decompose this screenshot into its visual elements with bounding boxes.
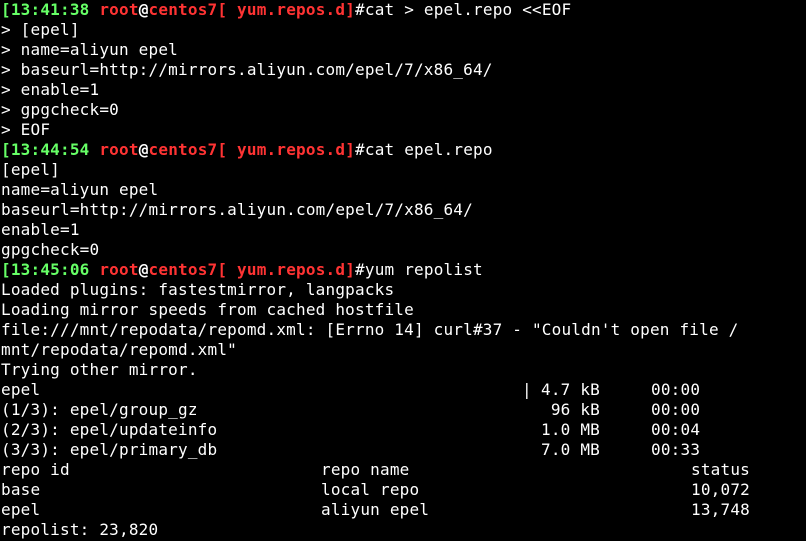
prompt-time: [13:45:06 [1, 260, 90, 279]
download-name: (3/3): epel/primary_db [1, 440, 218, 459]
download-time: 00:04 [651, 420, 701, 439]
repo-table-row: base local repo 10,072 [1, 480, 806, 500]
download-time: 00:00 [651, 400, 701, 419]
repo-status-header: status [691, 460, 750, 479]
repo-name: aliyun epel [321, 500, 430, 519]
download-size: 96 kB [541, 400, 600, 419]
prompt-line: [13:41:38 root@centos7[ yum.repos.d]#cat… [1, 0, 806, 20]
repo-id: epel [1, 500, 41, 519]
prompt-user: root [99, 140, 139, 159]
output-line: Loading mirror speeds from cached hostfi… [1, 300, 414, 319]
download-row: (2/3): epel/updateinfo 1.0 MB 00:04 [1, 420, 806, 440]
prompt-command: #yum repolist [355, 260, 483, 279]
download-name: (1/3): epel/group_gz [1, 400, 198, 419]
prompt-time: [13:41:38 [1, 0, 90, 19]
heredoc-line: > EOF [1, 120, 51, 139]
prompt-command: #cat epel.repo [355, 140, 493, 159]
prompt-path: yum.repos.d] [227, 260, 356, 279]
prompt-at: @ [138, 260, 149, 279]
prompt-at: @ [138, 0, 149, 19]
repo-name-header: repo name [321, 460, 410, 479]
prompt-host: centos7[ [148, 0, 228, 19]
output-line: Loaded plugins: fastestmirror, langpacks [1, 280, 395, 299]
output-line: Trying other mirror. [1, 360, 198, 379]
repo-name: local repo [321, 480, 420, 499]
prompt-at: @ [138, 140, 149, 159]
download-bar: | [522, 380, 532, 399]
download-name: epel [1, 380, 41, 399]
download-row: (3/3): epel/primary_db 7.0 MB 00:33 [1, 440, 806, 460]
terminal-window[interactable]: [13:41:38 root@centos7[ yum.repos.d]#cat… [0, 0, 806, 541]
repo-status: 10,072 [691, 480, 750, 499]
download-name: (2/3): epel/updateinfo [1, 420, 218, 439]
repo-table-row: epel aliyun epel 13,748 [1, 500, 806, 520]
output-line: enable=1 [1, 220, 80, 239]
repolist-summary: repolist: 23,820 [1, 520, 159, 539]
prompt-host: centos7[ [148, 140, 228, 159]
output-line: file:///mnt/repodata/repomd.xml: [Errno … [1, 320, 739, 339]
download-size: 7.0 MB [541, 440, 600, 459]
repo-status: 13,748 [691, 500, 750, 519]
repo-id: base [1, 480, 41, 499]
download-time: 00:00 [651, 380, 701, 399]
prompt-user: root [99, 0, 139, 19]
download-size: 4.7 kB [541, 380, 600, 399]
prompt-line: [13:44:54 root@centos7[ yum.repos.d]#cat… [1, 140, 806, 160]
output-line: [epel] [1, 160, 60, 179]
prompt-host: centos7[ [148, 260, 228, 279]
heredoc-line: > [epel] [1, 20, 80, 39]
output-line: gpgcheck=0 [1, 240, 100, 259]
repo-table-header: repo id repo name status [1, 460, 806, 480]
heredoc-line: > gpgcheck=0 [1, 100, 119, 119]
output-line: mnt/repodata/repomd.xml" [1, 340, 237, 359]
heredoc-line: > enable=1 [1, 80, 100, 99]
download-time: 00:33 [651, 440, 701, 459]
prompt-path: yum.repos.d] [227, 0, 356, 19]
heredoc-line: > baseurl=http://mirrors.aliyun.com/epel… [1, 60, 493, 79]
prompt-command: #cat > epel.repo <<EOF [355, 0, 572, 19]
repo-id-header: repo id [1, 460, 70, 479]
download-row: epel | 4.7 kB 00:00 [1, 380, 806, 400]
prompt-line: [13:45:06 root@centos7[ yum.repos.d]#yum… [1, 260, 806, 280]
download-row: (1/3): epel/group_gz 96 kB 00:00 [1, 400, 806, 420]
download-size: 1.0 MB [541, 420, 600, 439]
output-line: baseurl=http://mirrors.aliyun.com/epel/7… [1, 200, 473, 219]
output-line: name=aliyun epel [1, 180, 159, 199]
prompt-time: [13:44:54 [1, 140, 90, 159]
heredoc-line: > name=aliyun epel [1, 40, 178, 59]
prompt-user: root [99, 260, 139, 279]
prompt-path: yum.repos.d] [227, 140, 356, 159]
